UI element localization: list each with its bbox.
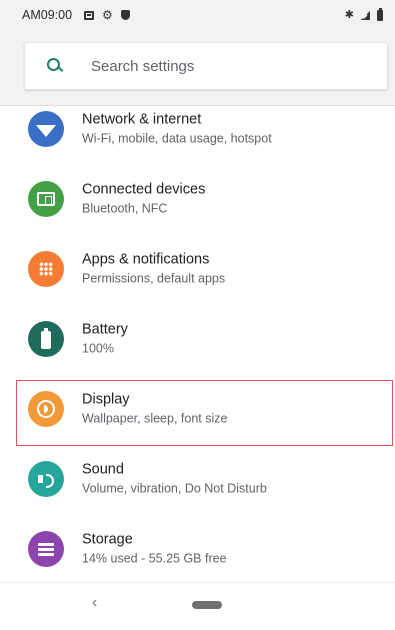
- devices-icon: [28, 181, 64, 217]
- sd-card-icon: [84, 10, 95, 20]
- settings-item-subtitle: Wi-Fi, mobile, data usage, hotspot: [82, 131, 272, 146]
- navigation-bar: ‹: [0, 582, 395, 630]
- settings-item-subtitle: Permissions, default apps: [82, 271, 226, 286]
- settings-item-title: Sound: [82, 461, 124, 478]
- status-bar: AM09:00 ⚙ ✱: [0, 0, 395, 30]
- storage-icon: [28, 531, 64, 567]
- settings-item-title: Storage: [82, 531, 133, 548]
- brightness-icon: [28, 391, 64, 427]
- settings-item-title: Apps & notifications: [82, 251, 210, 268]
- settings-item-sound[interactable]: Sound Volume, vibration, Do Not Disturb: [0, 446, 395, 512]
- settings-item-subtitle: 14% used - 55.25 GB free: [82, 551, 227, 566]
- settings-item-network[interactable]: Network & internet Wi-Fi, mobile, data u…: [0, 96, 395, 162]
- settings-item-title: Display: [82, 391, 130, 408]
- search-header: Search settings: [0, 30, 395, 106]
- search-input[interactable]: Search settings: [24, 42, 388, 90]
- battery-icon: [377, 7, 383, 21]
- gear-icon: ⚙: [102, 8, 113, 22]
- settings-item-title: Connected devices: [82, 181, 206, 198]
- settings-item-connected-devices[interactable]: Connected devices Bluetooth, NFC: [0, 166, 395, 232]
- apps-icon: [28, 251, 64, 287]
- search-placeholder: Search settings: [91, 57, 195, 75]
- settings-item-subtitle: Volume, vibration, Do Not Disturb: [82, 481, 267, 496]
- back-icon[interactable]: ‹: [92, 595, 97, 611]
- settings-item-display[interactable]: Display Wallpaper, sleep, font size: [0, 376, 395, 442]
- wifi-icon: [28, 111, 64, 147]
- search-icon: [45, 56, 65, 76]
- signal-icon: [361, 10, 370, 20]
- settings-item-title: Network & internet: [82, 111, 202, 128]
- battery-icon: [28, 321, 64, 357]
- status-time: AM09:00: [22, 8, 73, 22]
- home-pill-icon[interactable]: [192, 601, 222, 609]
- volume-icon: [28, 461, 64, 497]
- settings-item-storage[interactable]: Storage 14% used - 55.25 GB free: [0, 516, 395, 582]
- settings-item-title: Battery: [82, 321, 128, 338]
- status-icons-right: ✱: [344, 7, 383, 21]
- status-icons-left: ⚙: [84, 9, 130, 21]
- settings-item-battery[interactable]: Battery 100%: [0, 306, 395, 372]
- settings-screen: AM09:00 ⚙ ✱ Search settings Network & in…: [0, 0, 395, 630]
- shield-icon: [120, 10, 130, 20]
- bluetooth-icon: ✱: [344, 8, 354, 21]
- settings-item-apps[interactable]: Apps & notifications Permissions, defaul…: [0, 236, 395, 302]
- settings-item-subtitle: 100%: [82, 341, 114, 356]
- settings-item-subtitle: Wallpaper, sleep, font size: [82, 411, 228, 426]
- settings-item-subtitle: Bluetooth, NFC: [82, 201, 168, 216]
